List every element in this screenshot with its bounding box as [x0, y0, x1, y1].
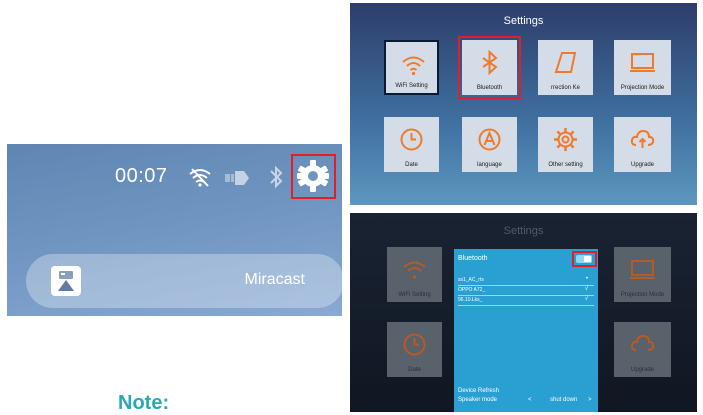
projection-icon	[630, 260, 655, 279]
bluetooth-icon	[270, 165, 283, 189]
keystone-icon	[554, 52, 577, 73]
next-arrow-icon[interactable]: >	[588, 397, 592, 403]
tile-label: Date	[405, 162, 418, 168]
miracast-label: Miracast	[244, 271, 305, 288]
tile-projection-mode[interactable]: Projection Mode	[614, 40, 671, 95]
hdmi-input-icon	[225, 171, 249, 185]
tile-date-dimmed: Date	[387, 322, 442, 377]
bluetooth-dialog-title: Bluetooth	[458, 255, 488, 262]
tile-date[interactable]: Date	[384, 117, 439, 172]
toggle-highlight-box	[572, 251, 597, 267]
status-bar: 00:07	[7, 144, 342, 214]
projection-icon	[630, 53, 655, 72]
tile-label: WiFi Setting	[398, 292, 431, 298]
tile-label: rrection Ke	[550, 85, 580, 91]
wifi-icon	[403, 261, 426, 279]
language-icon	[478, 128, 501, 151]
tile-projection-mode-dimmed: Projection Mode	[614, 247, 671, 302]
settings-title: Settings	[503, 15, 544, 27]
upgrade-icon	[630, 129, 655, 148]
tile-label: Upgrade	[630, 162, 654, 168]
speaker-mode-value: shut down	[550, 397, 578, 403]
clock-icon	[400, 128, 423, 151]
prev-arrow-icon[interactable]: <	[528, 397, 532, 403]
device-row[interactable]: ss1_AC_rts •	[458, 276, 594, 286]
device-row[interactable]: OPPO A72_ √	[458, 286, 594, 296]
tile-label: Upgrade	[630, 367, 654, 373]
cast-icon	[51, 266, 81, 296]
tile-wifi-setting-dimmed: WiFi Setting	[387, 247, 442, 302]
settings-screen: Settings WiFi Setting Bluetooth rrection…	[350, 3, 697, 205]
tile-upgrade-dimmed: Upgrade	[614, 322, 671, 377]
settings-highlight-box	[291, 154, 336, 199]
tile-label: Projection Mode	[620, 292, 665, 298]
speaker-mode-label: Speaker mode	[458, 397, 498, 403]
tile-label: language	[477, 162, 502, 168]
bluetooth-dialog: Bluetooth ss1_AC_rts • OPPO A72_ √ 96.10…	[454, 249, 598, 412]
device-status-icon: √	[584, 296, 588, 302]
projector-status-panel: 00:07 Miracast	[7, 144, 342, 316]
device-row[interactable]: 96.10.Lks_ √	[458, 296, 594, 306]
tile-label: Projection Mode	[620, 85, 665, 91]
wifi-off-icon	[189, 168, 211, 187]
tile-label: Other setting	[548, 162, 583, 168]
tile-label: Date	[408, 367, 421, 373]
tile-wifi-setting[interactable]: WiFi Setting	[384, 40, 439, 95]
device-status-icon: √	[584, 286, 588, 292]
device-refresh-button[interactable]: Device Refresh	[458, 388, 499, 394]
device-status-icon: •	[585, 276, 588, 282]
settings-title: Settings	[503, 225, 544, 237]
tile-other-setting[interactable]: Other setting	[538, 117, 593, 172]
tile-label: WiFi Setting	[395, 83, 428, 89]
speaker-mode-selector[interactable]: Speaker mode < shut down >	[458, 397, 594, 407]
clock-icon	[403, 333, 426, 356]
tile-language[interactable]: language	[462, 117, 517, 172]
bluetooth-highlight-box	[458, 36, 521, 99]
clock-time: 00:07	[115, 165, 168, 187]
bluetooth-screen: Settings WiFi Setting Projection Mode Da…	[350, 213, 697, 412]
wifi-icon	[402, 56, 425, 76]
upgrade-icon	[630, 334, 655, 351]
tile-upgrade[interactable]: Upgrade	[614, 117, 671, 172]
tile-keystone-correction[interactable]: rrection Ke	[538, 40, 593, 95]
cog-icon	[554, 128, 577, 151]
